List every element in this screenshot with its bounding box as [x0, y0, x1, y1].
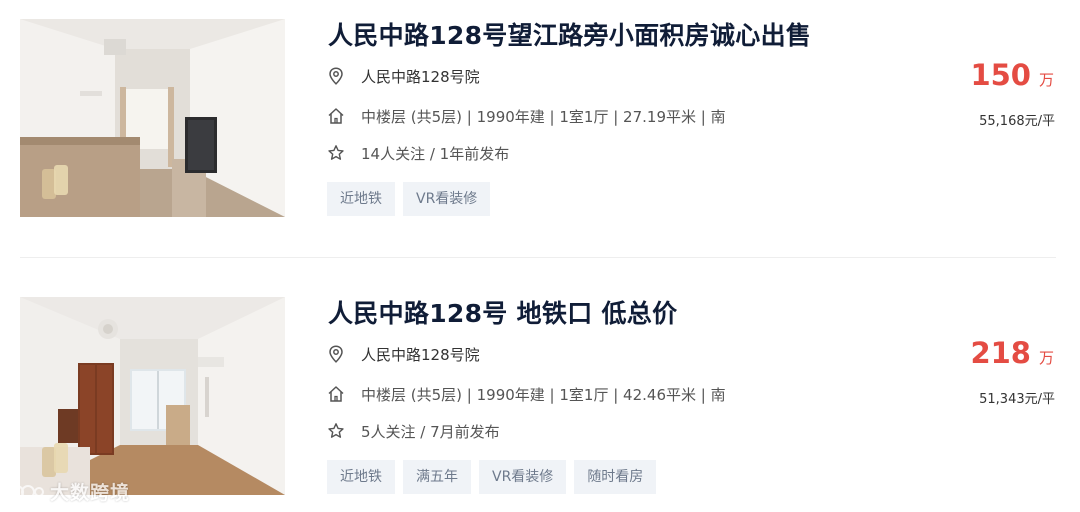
listing-photo[interactable] — [20, 297, 285, 495]
star-icon — [327, 422, 345, 440]
address-row: 人民中路128号院 — [327, 343, 480, 365]
total-price: 218 万 — [970, 336, 1054, 370]
address-row: 人民中路128号院 — [327, 65, 480, 87]
address-text[interactable]: 人民中路128号院 — [361, 66, 480, 87]
room-photo-image — [20, 19, 285, 217]
listing-card[interactable]: 人民中路128号 地铁口 低总价 人民中路128号院 中楼层 (共5层) | 1… — [0, 278, 1080, 512]
unit-price: 55,168元/平 — [979, 114, 1055, 129]
tag[interactable]: VR看装修 — [403, 182, 491, 216]
house-info-row: 中楼层 (共5层) | 1990年建 | 1室1厅 | 42.46平米 | 南 — [327, 383, 726, 405]
total-price-unit: 万 — [1038, 71, 1054, 89]
house-icon — [327, 107, 345, 125]
tag-list: 近地铁 满五年 VR看装修 随时看房 — [327, 460, 657, 494]
watermark-logo-icon — [10, 484, 44, 499]
watermark: 大数跨境 — [10, 478, 130, 505]
house-info-row: 中楼层 (共5层) | 1990年建 | 1室1厅 | 27.19平米 | 南 — [327, 105, 726, 127]
total-price-value: 150 — [970, 58, 1031, 92]
total-price-value: 218 — [970, 336, 1031, 370]
follow-row: 14人关注 / 1年前发布 — [327, 142, 509, 164]
follow-text: 5人关注 / 7月前发布 — [361, 422, 500, 441]
tag[interactable]: VR看装修 — [479, 460, 567, 494]
room-photo-image — [20, 297, 285, 495]
house-icon — [327, 385, 345, 403]
unit-price: 51,343元/平 — [979, 392, 1055, 407]
star-icon — [327, 144, 345, 162]
listing-divider — [20, 257, 1056, 258]
listing-title[interactable]: 人民中路128号 地铁口 低总价 — [328, 294, 677, 330]
listing-card[interactable]: 人民中路128号望江路旁小面积房诚心出售 人民中路128号院 中楼层 (共5层)… — [0, 0, 1080, 240]
tag[interactable]: 近地铁 — [327, 460, 395, 494]
watermark-text: 大数跨境 — [50, 482, 131, 504]
total-price: 150 万 — [970, 58, 1054, 92]
total-price-unit: 万 — [1038, 349, 1054, 367]
follow-row: 5人关注 / 7月前发布 — [327, 420, 500, 442]
tag[interactable]: 近地铁 — [327, 182, 395, 216]
house-info-text: 中楼层 (共5层) | 1990年建 | 1室1厅 | 42.46平米 | 南 — [361, 385, 726, 404]
listing-photo[interactable] — [20, 19, 285, 217]
location-pin-icon — [327, 345, 345, 363]
listing-title[interactable]: 人民中路128号望江路旁小面积房诚心出售 — [328, 16, 811, 52]
tag[interactable]: 满五年 — [403, 460, 471, 494]
follow-text: 14人关注 / 1年前发布 — [361, 144, 510, 163]
address-text[interactable]: 人民中路128号院 — [361, 344, 480, 365]
tag-list: 近地铁 VR看装修 — [327, 182, 491, 216]
tag[interactable]: 随时看房 — [574, 460, 657, 494]
location-pin-icon — [327, 67, 345, 85]
house-info-text: 中楼层 (共5层) | 1990年建 | 1室1厅 | 27.19平米 | 南 — [361, 107, 726, 126]
